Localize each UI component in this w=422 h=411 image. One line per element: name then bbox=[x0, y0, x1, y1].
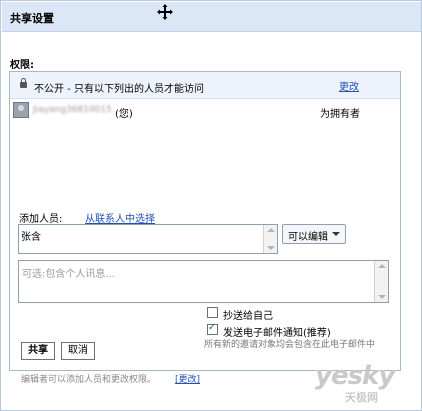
role-dropdown[interactable]: 可以编辑 bbox=[282, 224, 346, 244]
share-dialog: 共享设置 权限: 不公开 - 只有以下列出的人员才能访问 更改 Jiayang3… bbox=[0, 0, 422, 411]
cancel-button[interactable]: 取消 bbox=[61, 342, 95, 360]
permissions-label: 权限: bbox=[10, 60, 34, 71]
scroll-up-arrow-icon[interactable] bbox=[267, 228, 275, 232]
lock-icon bbox=[20, 78, 27, 88]
send-email-note: 所有新的邀请对象均会包含在此电子邮件中 bbox=[204, 340, 376, 350]
add-people-value: 张含 bbox=[21, 232, 41, 243]
scroll-down-arrow-icon[interactable] bbox=[267, 246, 275, 250]
scroll-down-arrow-icon[interactable] bbox=[378, 295, 386, 299]
footer-change-link[interactable]: [更改] bbox=[175, 372, 200, 385]
role-dropdown-label: 可以编辑 bbox=[288, 232, 328, 243]
title-bar[interactable]: 共享设置 bbox=[2, 2, 421, 32]
scroll-up-arrow-icon[interactable] bbox=[378, 264, 386, 268]
watermark-text: yesky bbox=[315, 361, 395, 391]
add-people-label: 添加人员: bbox=[19, 214, 63, 225]
move-cross-icon[interactable] bbox=[157, 4, 173, 20]
watermark-logo: yesky 天极网 bbox=[315, 361, 411, 407]
chevron-down-icon bbox=[332, 232, 340, 236]
personal-message-textarea[interactable]: 可选:包含个人讯息... bbox=[18, 260, 389, 303]
visibility-row: 不公开 - 只有以下列出的人员才能访问 更改 bbox=[10, 72, 400, 99]
people-input-scrollbar[interactable] bbox=[263, 225, 277, 253]
send-email-checkbox[interactable] bbox=[207, 322, 218, 335]
watermark-sub: 天极网 bbox=[345, 391, 378, 404]
member-role: 为拥有者 bbox=[320, 109, 360, 120]
send-email-label: 发送电子邮件通知(推荐) bbox=[223, 328, 331, 339]
add-people-input[interactable]: 张含 bbox=[18, 224, 278, 254]
avatar-icon bbox=[13, 102, 29, 118]
member-name: Jiayang36810015 bbox=[33, 105, 112, 115]
member-row: Jiayang36810015 (您) 为拥有者 bbox=[10, 99, 400, 121]
footer-note: 编辑者可以添加人员和更改权限。 bbox=[21, 375, 157, 385]
copy-self-checkbox[interactable] bbox=[207, 307, 218, 318]
message-placeholder: 可选:包含个人讯息... bbox=[22, 269, 115, 280]
choose-from-contacts-link[interactable]: 从联系人中选择 bbox=[85, 210, 155, 225]
copy-self-label: 抄送给自己 bbox=[223, 311, 273, 322]
dialog-title: 共享设置 bbox=[10, 12, 54, 25]
share-button[interactable]: 共享 bbox=[21, 342, 55, 360]
change-visibility-link[interactable]: 更改 bbox=[339, 78, 359, 93]
permissions-panel: 不公开 - 只有以下列出的人员才能访问 更改 Jiayang36810015 (… bbox=[9, 71, 401, 371]
member-you-tag: (您) bbox=[115, 109, 133, 120]
visibility-text: 不公开 - 只有以下列出的人员才能访问 bbox=[34, 84, 204, 95]
message-scrollbar[interactable] bbox=[374, 261, 388, 302]
